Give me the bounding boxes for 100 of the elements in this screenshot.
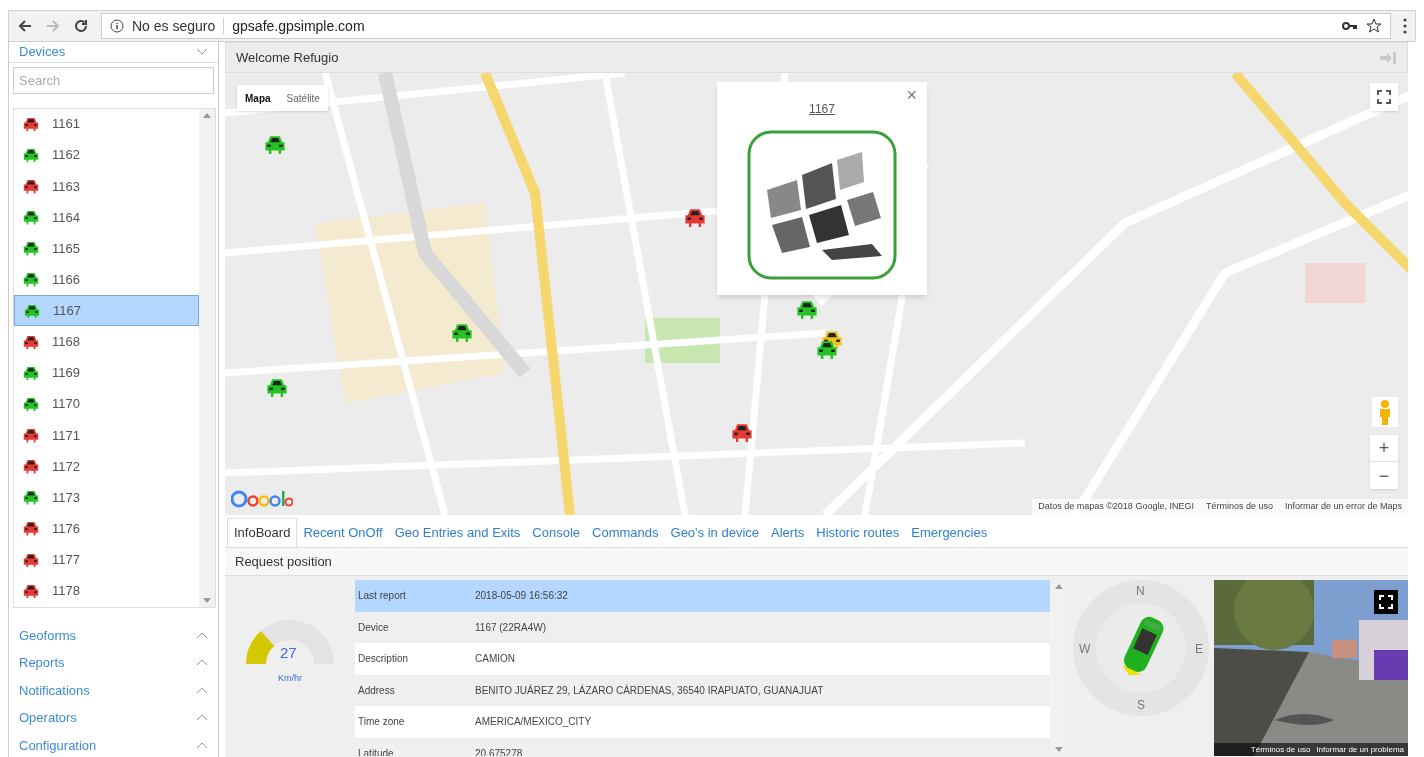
device-row[interactable]: 1165: [14, 233, 199, 265]
device-row[interactable]: 1162: [14, 139, 199, 171]
chevron-up-icon: [196, 659, 208, 667]
device-row[interactable]: 1163: [14, 170, 199, 202]
device-row[interactable]: 1178: [14, 575, 199, 607]
tab[interactable]: Emergencies: [905, 518, 994, 547]
map-link[interactable]: Términos de uso: [1205, 500, 1273, 514]
zoom-in-button[interactable]: +: [1370, 435, 1398, 462]
section-header[interactable]: Geoforms: [9, 621, 218, 649]
device-row[interactable]: 1164: [14, 201, 199, 233]
row-label: Address: [357, 683, 396, 698]
device-label: 1172: [52, 457, 80, 476]
star-icon[interactable]: [1366, 18, 1382, 34]
device-label: 1162: [52, 146, 80, 165]
speed-unit: Km/hr: [278, 672, 302, 685]
close-button[interactable]: ×: [906, 86, 917, 104]
fullscreen-button[interactable]: [1370, 83, 1398, 111]
row-label: Latitude: [357, 746, 395, 756]
speed-value: 27: [280, 643, 297, 663]
street-view-link[interactable]: Informar de un problema: [1316, 743, 1404, 756]
device-row[interactable]: 1171: [14, 419, 199, 451]
attribution-text: Datos de mapas ©2018 Google, INEGI: [1038, 500, 1194, 514]
device-label: 1178: [52, 582, 80, 601]
section-label: Configuration: [19, 736, 97, 755]
forward-icon[interactable]: [45, 18, 61, 34]
device-row[interactable]: 1161: [14, 108, 199, 140]
device-row[interactable]: 1173: [14, 482, 199, 514]
tab[interactable]: Alerts: [765, 518, 811, 547]
tab[interactable]: Commands: [586, 518, 665, 547]
row-label: Last report: [357, 589, 407, 604]
fullscreen-icon: [1377, 90, 1391, 104]
logout-icon[interactable]: [1379, 50, 1397, 65]
address-bar[interactable]: No es seguro gpsafe.gpsimple.com: [101, 13, 1391, 39]
info-icon[interactable]: [110, 19, 124, 33]
device-row[interactable]: 1170: [14, 388, 199, 420]
tab[interactable]: InfoBoard: [227, 518, 298, 547]
device-label: 1165: [52, 239, 80, 258]
row-value: 1167 (22RA4W): [475, 620, 547, 635]
tab[interactable]: Historic routes: [810, 518, 906, 547]
pegman-icon[interactable]: [1372, 397, 1398, 427]
tab[interactable]: Geo Entries and Exits: [388, 518, 527, 547]
row-label: Time zone: [357, 715, 406, 730]
map-link[interactable]: Informar de un error de Maps: [1284, 500, 1402, 514]
logo-icon: [747, 130, 897, 280]
device-label: 1161: [52, 115, 80, 134]
tab[interactable]: Geo's in device: [664, 518, 765, 547]
section-header[interactable]: Notifications: [9, 676, 218, 704]
back-icon[interactable]: [17, 18, 33, 34]
section-header[interactable]: Configuration: [9, 731, 218, 757]
key-icon[interactable]: [1342, 20, 1358, 32]
row-value: 20.675278: [475, 746, 524, 756]
device-row[interactable]: 1168: [14, 326, 199, 358]
street-view-link[interactable]: Términos de uso: [1250, 743, 1311, 756]
scroll-up-icon[interactable]: [1055, 584, 1063, 589]
compass-letter: N: [1136, 583, 1145, 600]
section-label: Operators: [19, 709, 77, 727]
row-value: 2018-05-09 16:56:32: [475, 589, 569, 604]
search-field[interactable]: Search: [13, 66, 214, 94]
chevron-up-icon: [196, 741, 208, 749]
row-value: CAMION: [475, 652, 516, 667]
scroll-down-icon[interactable]: [1055, 747, 1063, 752]
chevron-up-icon: [196, 631, 208, 639]
tab[interactable]: Recent OnOff: [297, 518, 389, 547]
scroll-up-icon[interactable]: [203, 112, 211, 118]
section-label: Reports: [19, 654, 65, 672]
chevron-down-icon[interactable]: [196, 48, 208, 56]
devices-heading[interactable]: Devices: [19, 42, 66, 62]
device-row[interactable]: 1169: [14, 357, 199, 389]
info-row[interactable]: Description CAMION: [355, 643, 1050, 675]
fullscreen-button[interactable]: [1374, 590, 1398, 614]
zoom-out-button[interactable]: −: [1370, 462, 1398, 489]
device-row[interactable]: 1177: [14, 544, 199, 576]
google-logo-icon: [231, 489, 293, 509]
scrollbar[interactable]: [199, 108, 215, 607]
device-row[interactable]: 1166: [14, 264, 199, 296]
device-row[interactable]: 1176: [14, 513, 199, 545]
chevron-up-icon: [196, 686, 208, 694]
chevron-up-icon: [196, 714, 208, 722]
section-header[interactable]: Operators: [9, 704, 218, 732]
scroll-down-icon[interactable]: [203, 597, 211, 603]
menu-icon[interactable]: [1403, 18, 1407, 34]
device-label: 1173: [52, 488, 80, 507]
device-label: 1166: [52, 270, 80, 289]
device-label: 1177: [52, 551, 80, 570]
reload-icon[interactable]: [73, 18, 89, 34]
compass-letter: S: [1137, 697, 1145, 714]
info-row[interactable]: Time zone AMERICA/MEXICO_CITY: [355, 706, 1050, 738]
map-type-tab[interactable]: Mapa: [237, 85, 279, 111]
device-label: 1168: [52, 333, 80, 352]
compass-letter: W: [1079, 641, 1091, 658]
device-link[interactable]: 1167: [809, 100, 835, 118]
row-label: Device: [357, 620, 390, 635]
device-row[interactable]: 1167: [14, 295, 199, 327]
info-row[interactable]: Last report 2018-05-09 16:56:32: [355, 580, 1050, 612]
compass-letter: E: [1195, 641, 1203, 658]
section-header[interactable]: Reports: [9, 649, 218, 677]
device-row[interactable]: 1172: [14, 450, 199, 482]
tab[interactable]: Console: [526, 518, 587, 547]
request-position-button[interactable]: Request position: [235, 551, 332, 572]
map-type-tab[interactable]: Satélite: [278, 85, 328, 111]
